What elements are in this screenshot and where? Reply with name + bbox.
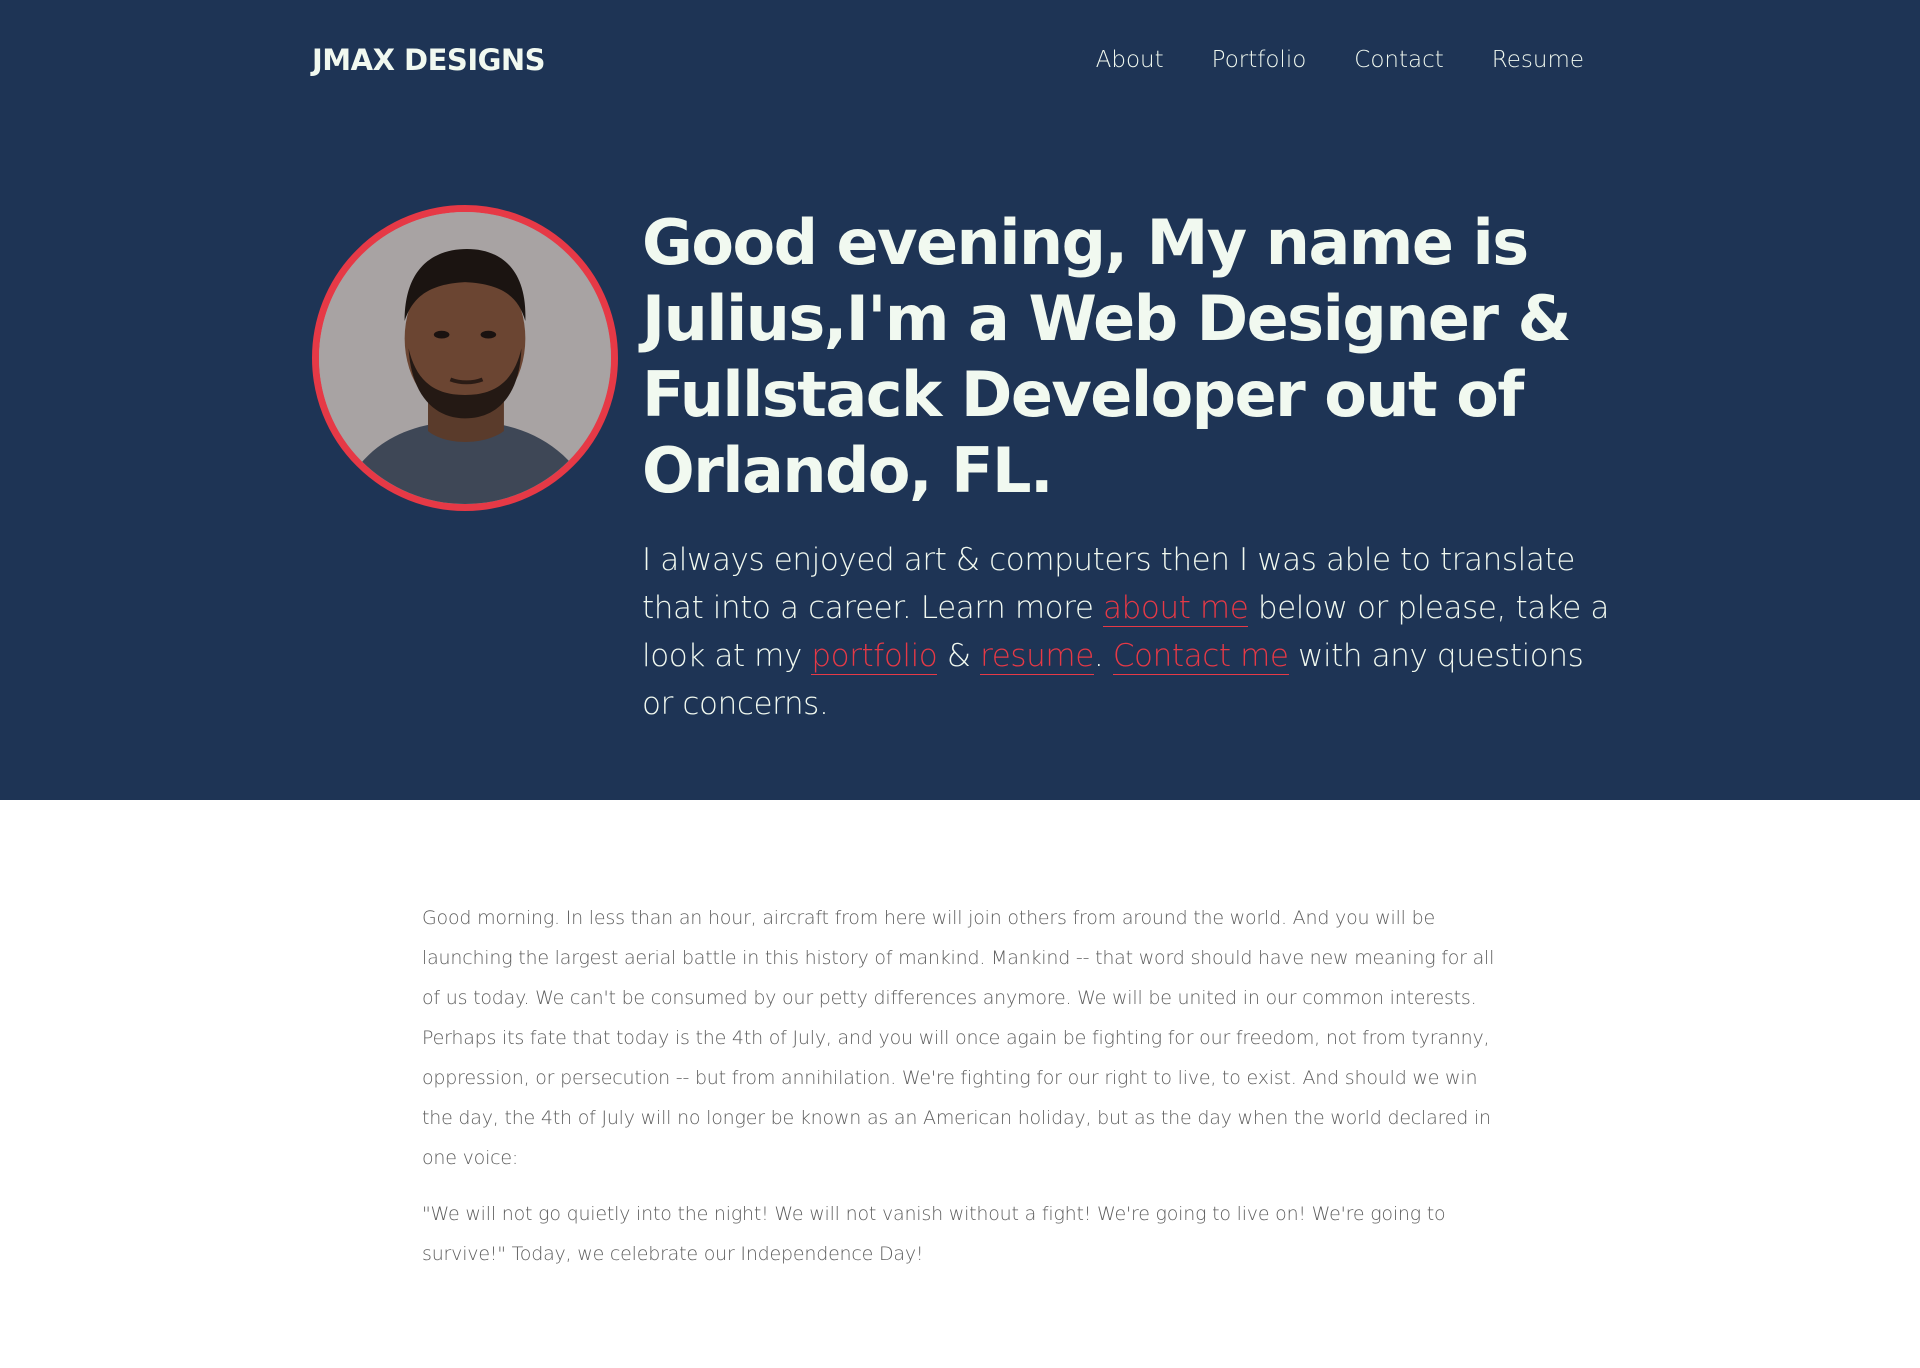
- nav-link-resume[interactable]: Resume: [1492, 47, 1584, 73]
- nav-links: About Portfolio Contact Resume: [1096, 47, 1584, 73]
- intro-text-4: .: [1093, 638, 1113, 674]
- intro-text-3: &: [937, 638, 981, 674]
- article-paragraph-1: Good morning. In less than an hour, airc…: [422, 907, 1495, 1169]
- about-me-link[interactable]: about me: [1103, 590, 1249, 627]
- top-nav: JMAX DESIGNS About Portfolio Contact Res…: [312, 40, 1584, 80]
- avatar: [312, 205, 618, 511]
- nav-link-about[interactable]: About: [1096, 47, 1164, 73]
- article-section: Good morning. In less than an hour, airc…: [422, 898, 1502, 1274]
- nav-link-portfolio[interactable]: Portfolio: [1212, 47, 1307, 73]
- resume-link[interactable]: resume: [980, 638, 1094, 675]
- portfolio-link[interactable]: portfolio: [811, 638, 938, 675]
- nav-link-contact[interactable]: Contact: [1354, 47, 1443, 73]
- profile-photo-icon: [319, 212, 611, 504]
- contact-me-link[interactable]: Contact me: [1112, 638, 1289, 675]
- hero-section: JMAX DESIGNS About Portfolio Contact Res…: [0, 0, 1920, 800]
- brand-logo[interactable]: JMAX DESIGNS: [312, 43, 546, 77]
- article-paragraph-2: "We will not go quietly into the night! …: [422, 1203, 1446, 1265]
- hero-headline: Good evening, My name is Julius,I'm a We…: [642, 206, 1572, 507]
- hero-intro: I always enjoyed art & computers then I …: [642, 536, 1622, 728]
